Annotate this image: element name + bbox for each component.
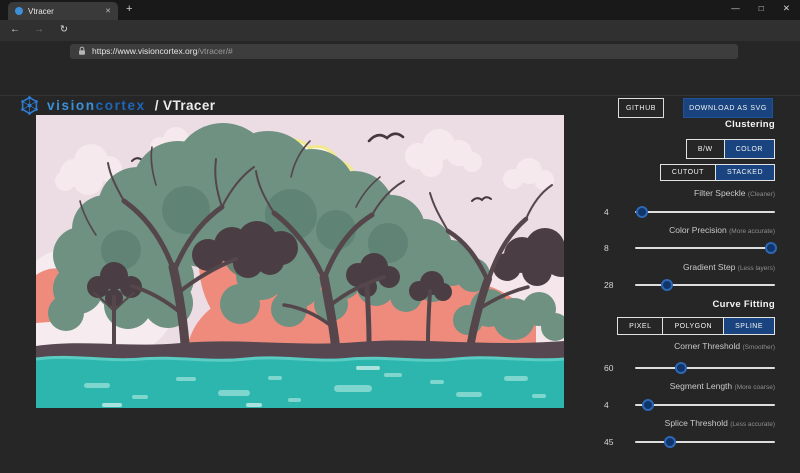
page-title: / VTracer — [155, 98, 216, 113]
segment-length-value: 4 — [604, 400, 609, 410]
splice-threshold-row: 45 — [600, 436, 778, 448]
spline-button[interactable]: SPLINE — [723, 317, 775, 335]
filter-speckle-label: Filter Speckle (Cleaner) — [694, 188, 775, 198]
visioncortex-logo-icon — [20, 96, 39, 115]
curve-mode-group: PIXEL POLYGON SPLINE — [618, 317, 775, 335]
back-button[interactable]: ← — [8, 24, 22, 35]
forward-button[interactable]: → — [32, 24, 46, 35]
gradient-step-slider[interactable] — [635, 284, 775, 286]
stacked-button[interactable]: STACKED — [715, 164, 775, 181]
splice-threshold-handle[interactable] — [664, 436, 676, 448]
tab-close-icon[interactable]: ✕ — [105, 7, 111, 15]
corner-threshold-handle[interactable] — [675, 362, 687, 374]
color-precision-handle[interactable] — [765, 242, 777, 254]
refresh-button[interactable]: ↻ — [57, 24, 71, 35]
new-tab-button[interactable]: + — [126, 3, 132, 15]
browser-tab[interactable]: Vtracer ✕ — [8, 2, 118, 20]
tab-favicon-icon — [15, 7, 23, 15]
clustering-mode-group: B/W COLOR — [687, 139, 775, 159]
filter-speckle-slider[interactable] — [635, 211, 775, 213]
gradient-step-value: 28 — [604, 280, 613, 290]
corner-threshold-value: 60 — [604, 363, 613, 373]
window-close-button[interactable]: ✕ — [783, 3, 790, 14]
window-maximize-button[interactable]: □ — [759, 3, 764, 14]
segment-length-row: 4 — [600, 399, 778, 411]
window-minimize-button[interactable]: — — [731, 3, 740, 14]
filter-speckle-value: 4 — [604, 207, 609, 217]
bw-button[interactable]: B/W — [686, 139, 725, 159]
brand[interactable]: visioncortex / VTracer — [20, 96, 215, 115]
browser-tab-strip: Vtracer ✕ + — □ ✕ — [0, 0, 800, 20]
color-precision-label: Color Precision (More accurate) — [669, 225, 775, 235]
corner-threshold-slider[interactable] — [635, 367, 775, 369]
corner-threshold-label: Corner Threshold (Smoother) — [674, 341, 775, 351]
splice-threshold-label: Splice Threshold (Less accurate) — [665, 418, 775, 428]
color-precision-row: 8 — [600, 242, 778, 254]
brand-vision: vision — [47, 98, 96, 113]
curve-fitting-heading: Curve Fitting — [713, 299, 775, 310]
window-controls: — □ ✕ — [731, 3, 790, 14]
polygon-button[interactable]: POLYGON — [662, 317, 724, 335]
filter-speckle-row: 4 — [600, 206, 778, 218]
layer-mode-group: CUTOUT STACKED — [661, 164, 775, 181]
clustering-heading: Clustering — [725, 119, 775, 130]
gradient-step-handle[interactable] — [661, 279, 673, 291]
corner-threshold-row: 60 — [600, 362, 778, 374]
traced-image-preview[interactable] — [36, 115, 564, 408]
filter-speckle-handle[interactable] — [636, 206, 648, 218]
brand-cortex: cortex — [96, 98, 146, 113]
brand-wordmark: visioncortex — [47, 98, 146, 113]
gradient-step-label: Gradient Step (Less layers) — [683, 262, 775, 272]
browser-nav-bar: ← → ↻ https://www.visioncortex.org/vtrac… — [0, 20, 800, 41]
cutout-button[interactable]: CUTOUT — [660, 164, 716, 181]
segment-length-handle[interactable] — [642, 399, 654, 411]
vtracer-artwork — [36, 115, 564, 408]
splice-threshold-slider[interactable] — [635, 441, 775, 443]
color-precision-value: 8 — [604, 243, 609, 253]
color-button[interactable]: COLOR — [724, 139, 775, 159]
segment-length-slider[interactable] — [635, 404, 775, 406]
color-precision-slider[interactable] — [635, 247, 775, 249]
gradient-step-row: 28 — [600, 279, 778, 291]
segment-length-label: Segment Length (More coarse) — [670, 381, 775, 391]
settings-panel: Clustering B/W COLOR CUTOUT STACKED Filt… — [600, 115, 778, 465]
pixel-button[interactable]: PIXEL — [617, 317, 663, 335]
tab-title: Vtracer — [28, 7, 54, 16]
site-header: visioncortex / VTracer GITHUB DOWNLOAD A… — [0, 41, 800, 96]
splice-threshold-value: 45 — [604, 437, 613, 447]
